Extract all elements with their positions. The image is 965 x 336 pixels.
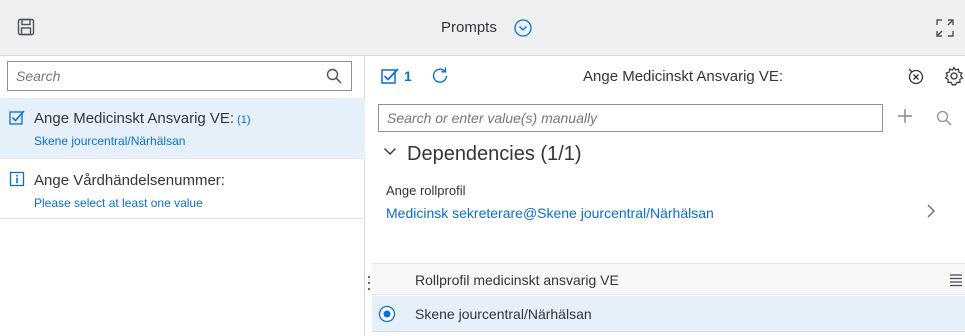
values-table-header: Rollprofil medicinskt ansvarig VE	[372, 263, 965, 295]
prompt-item-medicinskt-ansvarig[interactable]: Ange Medicinskt Ansvarig VE: (1) Skene jo…	[0, 98, 365, 158]
chevron-down-icon[interactable]	[383, 144, 397, 158]
divider	[0, 158, 365, 159]
selected-values-icon[interactable]	[381, 67, 399, 85]
reset-icon[interactable]	[431, 66, 449, 84]
column-menu-icon[interactable]	[949, 273, 963, 287]
dependency-label: Ange rollprofil	[386, 183, 466, 198]
expand-icon[interactable]	[934, 17, 956, 39]
add-icon[interactable]	[895, 106, 915, 126]
column-header-rollprofil[interactable]: Rollprofil medicinskt ansvarig VE	[415, 272, 619, 288]
dependencies-heading: Dependencies (1/1)	[407, 143, 582, 165]
save-icon[interactable]	[16, 17, 36, 37]
clear-selection-icon[interactable]	[907, 67, 925, 85]
dependency-value[interactable]: Medicinsk sekreterare@Skene jourcentral/…	[386, 205, 714, 221]
table-row[interactable]: Skene jourcentral/Närhälsan	[372, 296, 965, 332]
chevron-right-icon[interactable]	[925, 202, 937, 220]
prompt-item-count: (1)	[237, 114, 251, 126]
prompt-search-input[interactable]: Search	[7, 61, 352, 91]
prompt-item-value: Skene jourcentral/Närhälsan	[34, 134, 186, 148]
prompts-header: Prompts	[0, 0, 965, 56]
value-search-placeholder: Search or enter value(s) manually	[387, 110, 598, 126]
dependencies-header[interactable]: Dependencies (1/1)	[383, 143, 582, 166]
search-icon[interactable]	[936, 110, 952, 126]
divider	[0, 218, 365, 219]
chevron-down-circle-icon[interactable]	[513, 18, 533, 38]
radio-selected-icon[interactable]	[378, 305, 396, 323]
prompt-item-value: Please select at least one value	[34, 196, 203, 210]
prompt-item-label: Ange Medicinskt Ansvarig VE: (1)	[34, 110, 251, 127]
prompt-item-label: Ange Vårdhändelsenummer:	[34, 172, 225, 189]
search-placeholder: Search	[16, 68, 61, 84]
selected-count[interactable]: 1	[404, 68, 412, 84]
checked-icon	[9, 110, 25, 125]
value-search-input[interactable]: Search or enter value(s) manually	[378, 104, 883, 132]
gear-icon[interactable]	[944, 66, 964, 86]
prompt-detail-title: Ange Medicinskt Ansvarig VE:	[583, 68, 784, 85]
info-icon	[9, 171, 25, 187]
search-icon[interactable]	[326, 68, 342, 84]
table-cell-value: Skene jourcentral/Närhälsan	[415, 306, 592, 322]
prompt-item-vardhandelsenummer[interactable]: Ange Vårdhändelsenummer: Please select a…	[0, 160, 365, 218]
prompts-title: Prompts	[441, 19, 497, 36]
